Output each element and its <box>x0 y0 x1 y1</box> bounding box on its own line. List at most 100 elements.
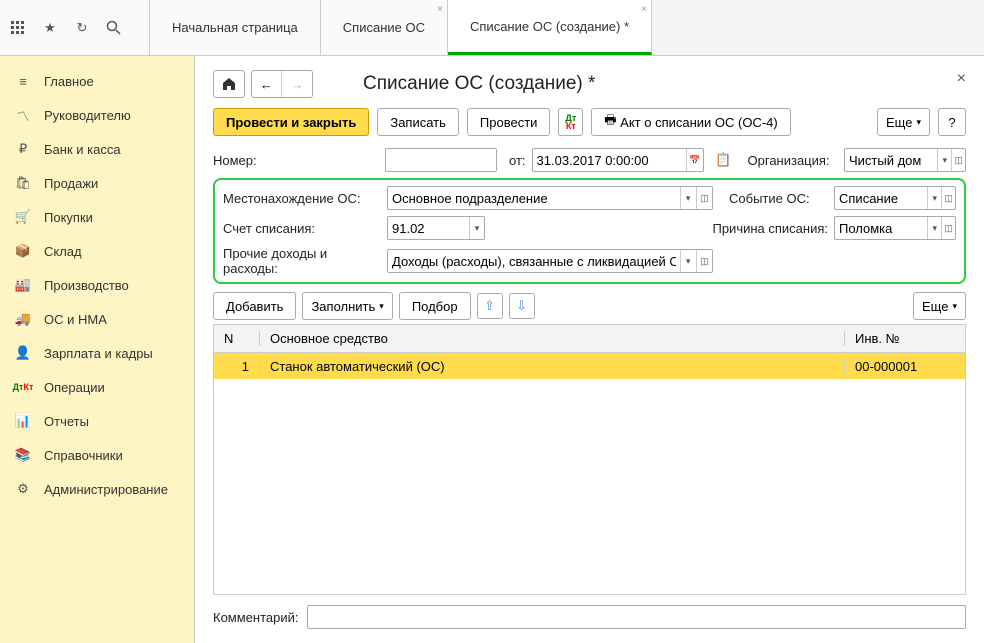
date-label: от: <box>509 153 526 168</box>
save-button[interactable]: Записать <box>377 108 459 136</box>
table: N Основное средство Инв. № 1 Станок авто… <box>213 324 966 595</box>
sidebar-item-label: Операции <box>44 380 105 395</box>
table-more-button[interactable]: Еще <box>913 292 966 320</box>
sidebar-item-label: Главное <box>44 74 94 89</box>
app-toolbar: ★ ↻ Начальная страница Списание ОС × Спис… <box>0 0 984 56</box>
open-icon[interactable]: ◫ <box>696 250 712 272</box>
sidebar-item-sales[interactable]: 🛍Продажи <box>0 166 194 200</box>
close-button[interactable]: × <box>957 70 966 88</box>
event-input[interactable] <box>835 187 927 209</box>
sidebar: ≡ Главное 〽Руководителю ₽ Банк и касса 🛍Пр… <box>0 56 195 643</box>
number-input-wrap <box>385 148 497 172</box>
calendar-icon[interactable]: 📅 <box>686 149 702 171</box>
location-input[interactable] <box>388 187 680 209</box>
other-input-wrap: ▾ ◫ <box>387 249 713 273</box>
account-input[interactable] <box>388 217 469 239</box>
open-icon[interactable]: ◫ <box>941 217 955 239</box>
highlight-box: Местонахождение ОС: ▾ ◫ Событие ОС: ▾ ◫ … <box>213 178 966 284</box>
calendar-nav-icon[interactable]: 📋 <box>714 150 734 170</box>
date-input-wrap: 📅 <box>532 148 704 172</box>
close-icon[interactable]: × <box>437 4 443 15</box>
history-icon[interactable]: ↻ <box>72 18 92 38</box>
reason-label: Причина списания: <box>712 221 828 236</box>
sidebar-item-reports[interactable]: 📊Отчеты <box>0 404 194 438</box>
cart-icon: 🛒 <box>14 208 32 226</box>
apps-icon[interactable] <box>8 18 28 38</box>
sidebar-item-bank[interactable]: ₽ Банк и касса <box>0 132 194 166</box>
books-icon: 📚 <box>14 446 32 464</box>
search-icon[interactable] <box>104 18 124 38</box>
move-down-button[interactable]: ⇩ <box>509 293 535 319</box>
pick-button[interactable]: Подбор <box>399 292 471 320</box>
tab-create[interactable]: Списание ОС (создание) *× <box>448 0 652 55</box>
sidebar-item-operations[interactable]: ДтКтОперации <box>0 370 194 404</box>
open-icon[interactable]: ◫ <box>696 187 712 209</box>
col-name[interactable]: Основное средство <box>260 331 845 346</box>
number-label: Номер: <box>213 153 379 168</box>
close-icon[interactable]: × <box>641 4 647 15</box>
nav-back-forward: ← → <box>251 70 313 98</box>
open-icon[interactable]: ◫ <box>951 149 965 171</box>
sidebar-item-refs[interactable]: 📚 Справочники <box>0 438 194 472</box>
move-up-button[interactable]: ⇧ <box>477 293 503 319</box>
print-icon: 🖶 <box>604 111 616 133</box>
dropdown-icon[interactable]: ▾ <box>937 149 951 171</box>
sidebar-item-label: Банк и касса <box>44 142 121 157</box>
sidebar-item-label: Склад <box>44 244 82 259</box>
open-icon[interactable]: ◫ <box>941 187 955 209</box>
reason-input[interactable] <box>835 217 927 239</box>
dropdown-icon[interactable]: ▾ <box>469 217 484 239</box>
home-button[interactable] <box>213 70 245 98</box>
sidebar-item-purchases[interactable]: 🛒Покупки <box>0 200 194 234</box>
post-close-button[interactable]: Провести и закрыть <box>213 108 369 136</box>
chart-icon: 〽 <box>14 106 32 124</box>
sidebar-item-production[interactable]: 🏭Производство <box>0 268 194 302</box>
sidebar-item-main[interactable]: ≡ Главное <box>0 64 194 98</box>
col-n[interactable]: N <box>214 331 260 346</box>
add-button[interactable]: Добавить <box>213 292 296 320</box>
dropdown-icon[interactable]: ▾ <box>927 217 941 239</box>
star-icon[interactable]: ★ <box>40 18 60 38</box>
back-button[interactable]: ← <box>252 71 282 97</box>
comment-input[interactable] <box>307 605 967 629</box>
sidebar-item-stock[interactable]: 📦Склад <box>0 234 194 268</box>
tab-label: Начальная страница <box>172 20 298 35</box>
table-row[interactable]: 1 Станок автоматический (ОС) 00-000001 <box>214 353 965 379</box>
org-input-wrap: ▾ ◫ <box>844 148 966 172</box>
org-input[interactable] <box>845 149 937 171</box>
sidebar-item-salary[interactable]: 👤Зарплата и кадры <box>0 336 194 370</box>
sidebar-item-manager[interactable]: 〽Руководителю <box>0 98 194 132</box>
help-button[interactable]: ? <box>938 108 966 136</box>
number-input[interactable] <box>386 149 496 171</box>
tab-label: Списание ОС <box>343 20 425 35</box>
dtkt-button[interactable]: ДтКт <box>558 108 583 136</box>
col-inv[interactable]: Инв. № <box>845 331 965 346</box>
more-button[interactable]: Еще <box>877 108 930 136</box>
dropdown-icon[interactable]: ▾ <box>680 187 696 209</box>
tab-list[interactable]: Списание ОС × <box>321 0 448 55</box>
post-button[interactable]: Провести <box>467 108 551 136</box>
sidebar-item-label: Отчеты <box>44 414 89 429</box>
fill-button[interactable]: Заполнить <box>302 292 392 320</box>
sidebar-item-assets[interactable]: 🚚ОС и НМА <box>0 302 194 336</box>
event-input-wrap: ▾ ◫ <box>834 186 956 210</box>
sidebar-item-label: Справочники <box>44 448 123 463</box>
other-label: Прочие доходы и расходы: <box>223 246 381 276</box>
forward-button[interactable]: → <box>282 71 312 97</box>
main-panel: ← → Списание ОС (создание) * × Провести … <box>195 56 984 643</box>
date-input[interactable] <box>533 149 687 171</box>
act-button[interactable]: 🖶 Акт о списании ОС (ОС-4) <box>591 108 791 136</box>
dropdown-icon[interactable]: ▾ <box>927 187 941 209</box>
sidebar-item-label: Администрирование <box>44 482 168 497</box>
account-input-wrap: ▾ <box>387 216 485 240</box>
other-input[interactable] <box>388 250 680 272</box>
menu-icon: ≡ <box>14 72 32 90</box>
sidebar-item-label: ОС и НМА <box>44 312 107 327</box>
sidebar-item-admin[interactable]: ⚙Администрирование <box>0 472 194 506</box>
tab-home[interactable]: Начальная страница <box>150 0 321 55</box>
ruble-icon: ₽ <box>14 140 32 158</box>
location-label: Местонахождение ОС: <box>223 191 381 206</box>
event-label: Событие ОС: <box>729 191 810 206</box>
comment-label: Комментарий: <box>213 610 299 625</box>
dropdown-icon[interactable]: ▾ <box>680 250 696 272</box>
